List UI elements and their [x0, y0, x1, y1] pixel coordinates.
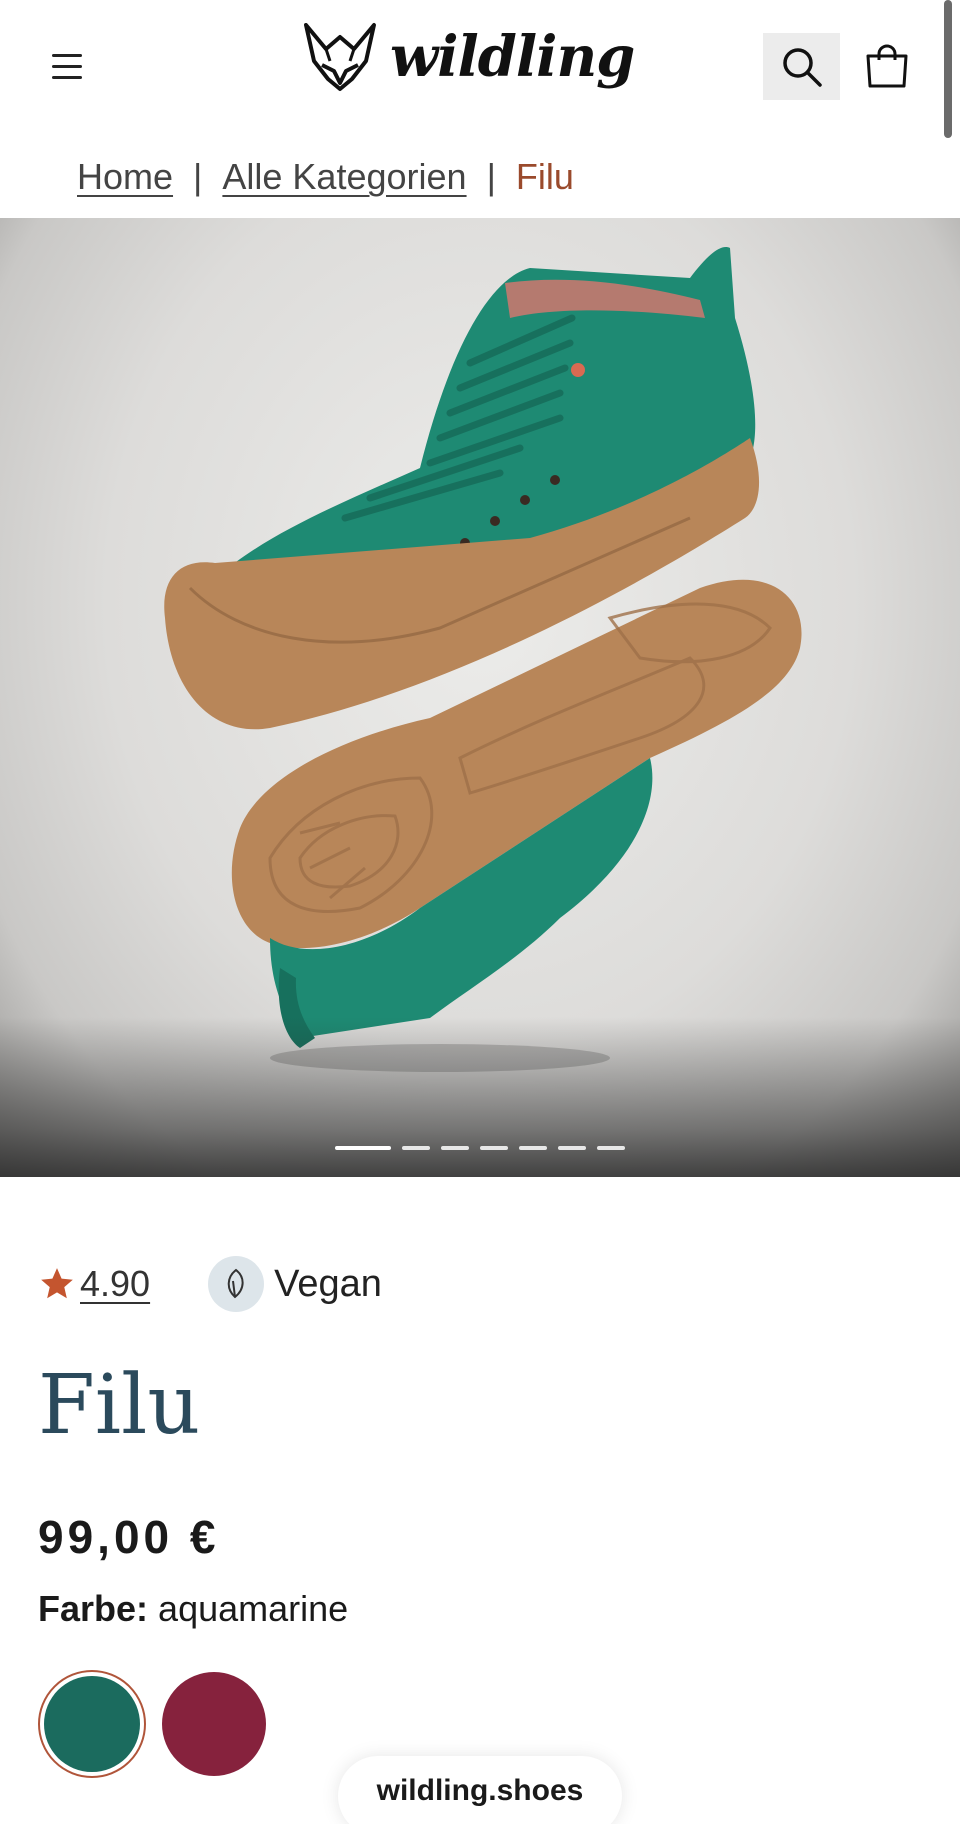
logo-wordmark: wildling [390, 24, 635, 90]
breadcrumb-separator: | [193, 156, 203, 197]
breadcrumb-separator: | [486, 156, 496, 197]
search-icon [782, 47, 822, 87]
url-text: wildling.shoes [376, 1774, 584, 1807]
swatch-fill [44, 1676, 140, 1772]
color-swatch-aquamarine[interactable] [38, 1670, 146, 1778]
hamburger-menu-icon[interactable] [52, 44, 96, 88]
product-price: 99,00 € [38, 1511, 220, 1563]
gallery-dot[interactable] [558, 1146, 586, 1150]
gallery-dot[interactable] [402, 1146, 430, 1150]
gallery-dot[interactable] [335, 1146, 391, 1150]
image-gradient-overlay [0, 1017, 960, 1177]
leaf-icon [208, 1256, 265, 1312]
color-swatch-berry[interactable] [160, 1670, 268, 1778]
breadcrumb: Home | Alle Kategorien | Filu [77, 152, 574, 202]
color-selection-label: Farbe: aquamarine [38, 1588, 348, 1630]
breadcrumb-home-link[interactable]: Home [77, 156, 173, 198]
shopping-bag-icon [866, 44, 908, 88]
product-rating[interactable]: 4.90 [38, 1263, 150, 1305]
swatch-fill [162, 1672, 266, 1776]
vegan-badge: Vegan [208, 1256, 382, 1312]
product-meta-row: 4.90 Vegan [38, 1254, 382, 1314]
color-label: Farbe: [38, 1588, 149, 1629]
rating-value[interactable]: 4.90 [80, 1263, 150, 1305]
product-title: Filu [38, 1358, 201, 1453]
breadcrumb-category-link[interactable]: Alle Kategorien [222, 156, 466, 198]
gallery-dot[interactable] [480, 1146, 508, 1150]
breadcrumb-current: Filu [515, 156, 574, 197]
color-value: aquamarine [158, 1588, 349, 1629]
fox-logo-icon [304, 23, 376, 91]
page-scrollbar[interactable] [944, 0, 952, 138]
gallery-pagination [0, 1146, 960, 1150]
color-swatches [38, 1670, 268, 1778]
gallery-dot[interactable] [597, 1146, 625, 1150]
search-button[interactable] [763, 33, 840, 100]
browser-url-bar[interactable]: wildling.shoes [338, 1756, 622, 1824]
site-logo[interactable]: wildling [300, 14, 635, 100]
vegan-label: Vegan [274, 1262, 382, 1305]
site-header: wildling [0, 0, 960, 138]
product-image-gallery[interactable] [0, 218, 960, 1177]
gallery-dot[interactable] [519, 1146, 547, 1150]
cart-button[interactable] [860, 40, 914, 94]
star-icon [41, 1268, 73, 1299]
gallery-dot[interactable] [441, 1146, 469, 1150]
